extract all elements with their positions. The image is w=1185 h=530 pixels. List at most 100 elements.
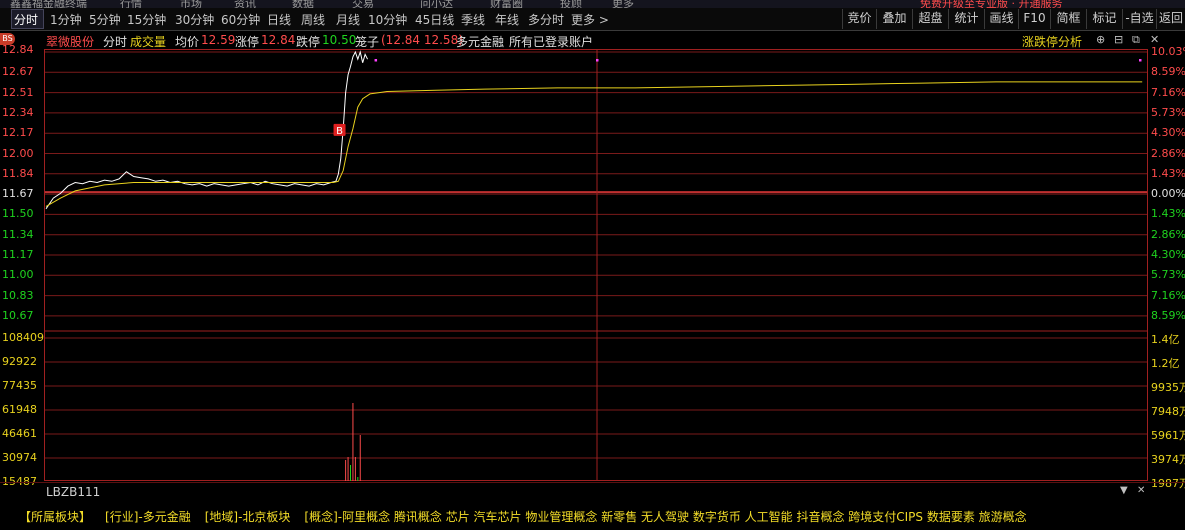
pct-tick: 5.73% bbox=[1151, 105, 1185, 119]
period-tab[interactable]: 日线 bbox=[267, 11, 291, 28]
limit-analysis-link[interactable]: 涨跌停分析 bbox=[1022, 33, 1082, 50]
period-tab[interactable]: 5分钟 bbox=[89, 11, 121, 28]
overlay-label: 笼子 bbox=[355, 35, 380, 49]
panel-close-icon[interactable]: ✕ bbox=[1137, 485, 1145, 496]
toolbar-button[interactable]: F10 bbox=[1018, 9, 1050, 29]
pct-tick: 2.86% bbox=[1151, 146, 1185, 160]
top-menu-item[interactable]: 市场 bbox=[180, 0, 202, 8]
top-menu-item[interactable]: 问小达 bbox=[420, 0, 453, 8]
price-tick: 12.67 bbox=[2, 65, 34, 79]
pct-tick: 0.00% bbox=[1151, 187, 1185, 201]
mode-label[interactable]: 分时 bbox=[103, 33, 127, 50]
price-tick: 11.50 bbox=[2, 207, 34, 221]
price-tick: 11.17 bbox=[2, 248, 34, 261]
limit-up-value: 12.84 bbox=[261, 33, 296, 47]
sector-tags: 【所属板块】 [行业]-多元金融 [地域]-北京板块 [概念]-阿里概念 腾讯概念 芯… bbox=[19, 508, 1041, 525]
volume-tick-right: 7948万 bbox=[1151, 405, 1185, 418]
top-menu-item[interactable]: 交易 bbox=[352, 0, 374, 8]
period-tab[interactable]: 季线 bbox=[461, 11, 485, 28]
volume-tick: 108409 bbox=[2, 331, 44, 344]
accounts-label[interactable]: 所有已登录账户 bbox=[509, 33, 593, 50]
pct-tick: 5.73% bbox=[1151, 268, 1185, 282]
toolbar-button[interactable]: 返回 bbox=[1156, 9, 1185, 29]
stock-name[interactable]: 翠微股份 bbox=[46, 33, 94, 50]
top-menu-item[interactable]: 财富圈 bbox=[490, 0, 523, 8]
period-tab[interactable]: 月线 bbox=[336, 11, 360, 28]
event-marker bbox=[1139, 59, 1142, 62]
top-menu-item[interactable]: 数据 bbox=[292, 0, 314, 8]
period-tab[interactable]: 15分钟 bbox=[127, 11, 166, 28]
volume-tick: 92922 bbox=[2, 355, 37, 368]
top-menu-item[interactable]: 投顾 bbox=[560, 0, 582, 8]
volume-label[interactable]: 成交量 bbox=[130, 33, 166, 50]
price-tick: 10.67 bbox=[2, 308, 34, 322]
price-tick: 12.34 bbox=[2, 105, 34, 119]
pct-tick: 4.30% bbox=[1151, 248, 1185, 261]
pct-tick: 1.43% bbox=[1151, 207, 1185, 221]
pct-tick: 2.86% bbox=[1151, 227, 1185, 241]
pct-tick: 7.16% bbox=[1151, 288, 1185, 302]
intraday-chart[interactable]: B bbox=[44, 49, 1148, 481]
avg-label: 均价 bbox=[175, 35, 200, 49]
price-tick: 12.84 bbox=[2, 43, 34, 56]
volume-tick-right: 3974万 bbox=[1151, 453, 1185, 466]
quote-info-bar: 翠微股份 分时 成交量 均价 12.59 涨停 12.84 跌停 10.50 笼… bbox=[0, 32, 1185, 49]
top-menu-strip: 鑫鑫福金融终端 行情 市场 资讯 数据 交易 问小达 财富圈 投顾 更多 免费升级至专业版 · 开通… bbox=[0, 0, 1185, 8]
top-menu-item[interactable]: 更多 bbox=[612, 0, 634, 8]
sector-tag[interactable]: 【所属板块】 bbox=[19, 510, 91, 524]
volume-tick-right: 1.4亿 bbox=[1151, 333, 1180, 346]
window-icon[interactable]: ⧉ bbox=[1132, 33, 1140, 47]
price-tick: 10.83 bbox=[2, 288, 34, 302]
period-tab[interactable]: 45日线 bbox=[415, 11, 454, 28]
top-menu-item[interactable]: 鑫鑫福金融终端 bbox=[10, 0, 87, 8]
volume-tick-right: 5961万 bbox=[1151, 429, 1185, 442]
sector-tag[interactable]: [行业]-多元金融 bbox=[105, 510, 191, 524]
price-tick: 11.00 bbox=[2, 268, 34, 282]
panel-code[interactable]: LBZB111 bbox=[46, 485, 100, 499]
sector-tag[interactable]: [概念]-阿里概念 腾讯概念 芯片 汽车芯片 物业管理概念 新零售 无人驾驶 数… bbox=[304, 510, 1026, 524]
pct-tick: 1.43% bbox=[1151, 166, 1185, 180]
minus-icon[interactable]: ⊟ bbox=[1114, 33, 1123, 46]
toolbar-button[interactable]: 超盘 bbox=[912, 9, 948, 29]
pct-tick: 8.59% bbox=[1151, 308, 1185, 322]
volume-tick: 46461 bbox=[2, 427, 37, 440]
sector-label[interactable]: 多元金融 bbox=[456, 33, 504, 50]
volume-tick: 61948 bbox=[2, 403, 37, 416]
toolbar-button[interactable]: 竞价 bbox=[842, 9, 876, 29]
event-marker bbox=[596, 59, 599, 62]
price-tick: 12.17 bbox=[2, 126, 34, 140]
period-tab[interactable]: 1分钟 bbox=[50, 11, 82, 28]
toolbar-button[interactable]: 简框 bbox=[1050, 9, 1086, 29]
toolbar-button[interactable]: -自选 bbox=[1122, 9, 1156, 29]
period-toolbar: 分时 1分钟 5分钟 15分钟 30分钟 60分钟 日线 周线 月线 10分钟 45日线 季线 年线 多分… bbox=[0, 8, 1185, 31]
overlay-value: (12.84 12.58) bbox=[381, 33, 463, 47]
period-tab[interactable]: 更多 > bbox=[571, 11, 609, 28]
settings-icon[interactable]: ⊕ bbox=[1096, 33, 1105, 46]
top-menu-item[interactable]: 免费升级至专业版 · 开通服务 bbox=[920, 0, 1063, 8]
period-tab[interactable]: 周线 bbox=[301, 11, 325, 28]
avg-price-line bbox=[45, 81, 1143, 207]
period-tab[interactable]: 30分钟 bbox=[175, 11, 214, 28]
period-tab[interactable]: 年线 bbox=[495, 11, 519, 28]
buy-marker-label: B bbox=[336, 126, 343, 137]
bottom-panel: LBZB111 ▼ ✕ 【所属板块】 [行业]-多元金融 [地域]-北京板块 [概念]… bbox=[0, 482, 1185, 530]
price-tick: 11.84 bbox=[2, 166, 34, 180]
period-tab[interactable]: 60分钟 bbox=[221, 11, 260, 28]
toolbar-button[interactable]: 画线 bbox=[984, 9, 1018, 29]
pct-tick: 10.03% bbox=[1151, 45, 1185, 58]
toolbar-button[interactable]: 统计 bbox=[948, 9, 984, 29]
period-tab[interactable]: 多分时 bbox=[528, 11, 564, 28]
toolbar-button[interactable]: 标记 bbox=[1086, 9, 1122, 29]
volume-tick-right: 1.2亿 bbox=[1151, 357, 1180, 370]
pct-tick: 8.59% bbox=[1151, 65, 1185, 79]
toolbar-button[interactable]: 叠加 bbox=[876, 9, 912, 29]
sector-tag[interactable]: [地域]-北京板块 bbox=[205, 510, 291, 524]
period-tab[interactable]: 10分钟 bbox=[368, 11, 407, 28]
volume-tick-right: 9935万 bbox=[1151, 381, 1185, 394]
volume-tick: 30974 bbox=[2, 451, 37, 464]
top-menu-item[interactable]: 行情 bbox=[120, 0, 142, 8]
event-marker bbox=[374, 59, 378, 62]
top-menu-item[interactable]: 资讯 bbox=[234, 0, 256, 8]
dropdown-icon[interactable]: ▼ bbox=[1120, 485, 1128, 496]
period-tab[interactable]: 分时 bbox=[14, 11, 38, 28]
